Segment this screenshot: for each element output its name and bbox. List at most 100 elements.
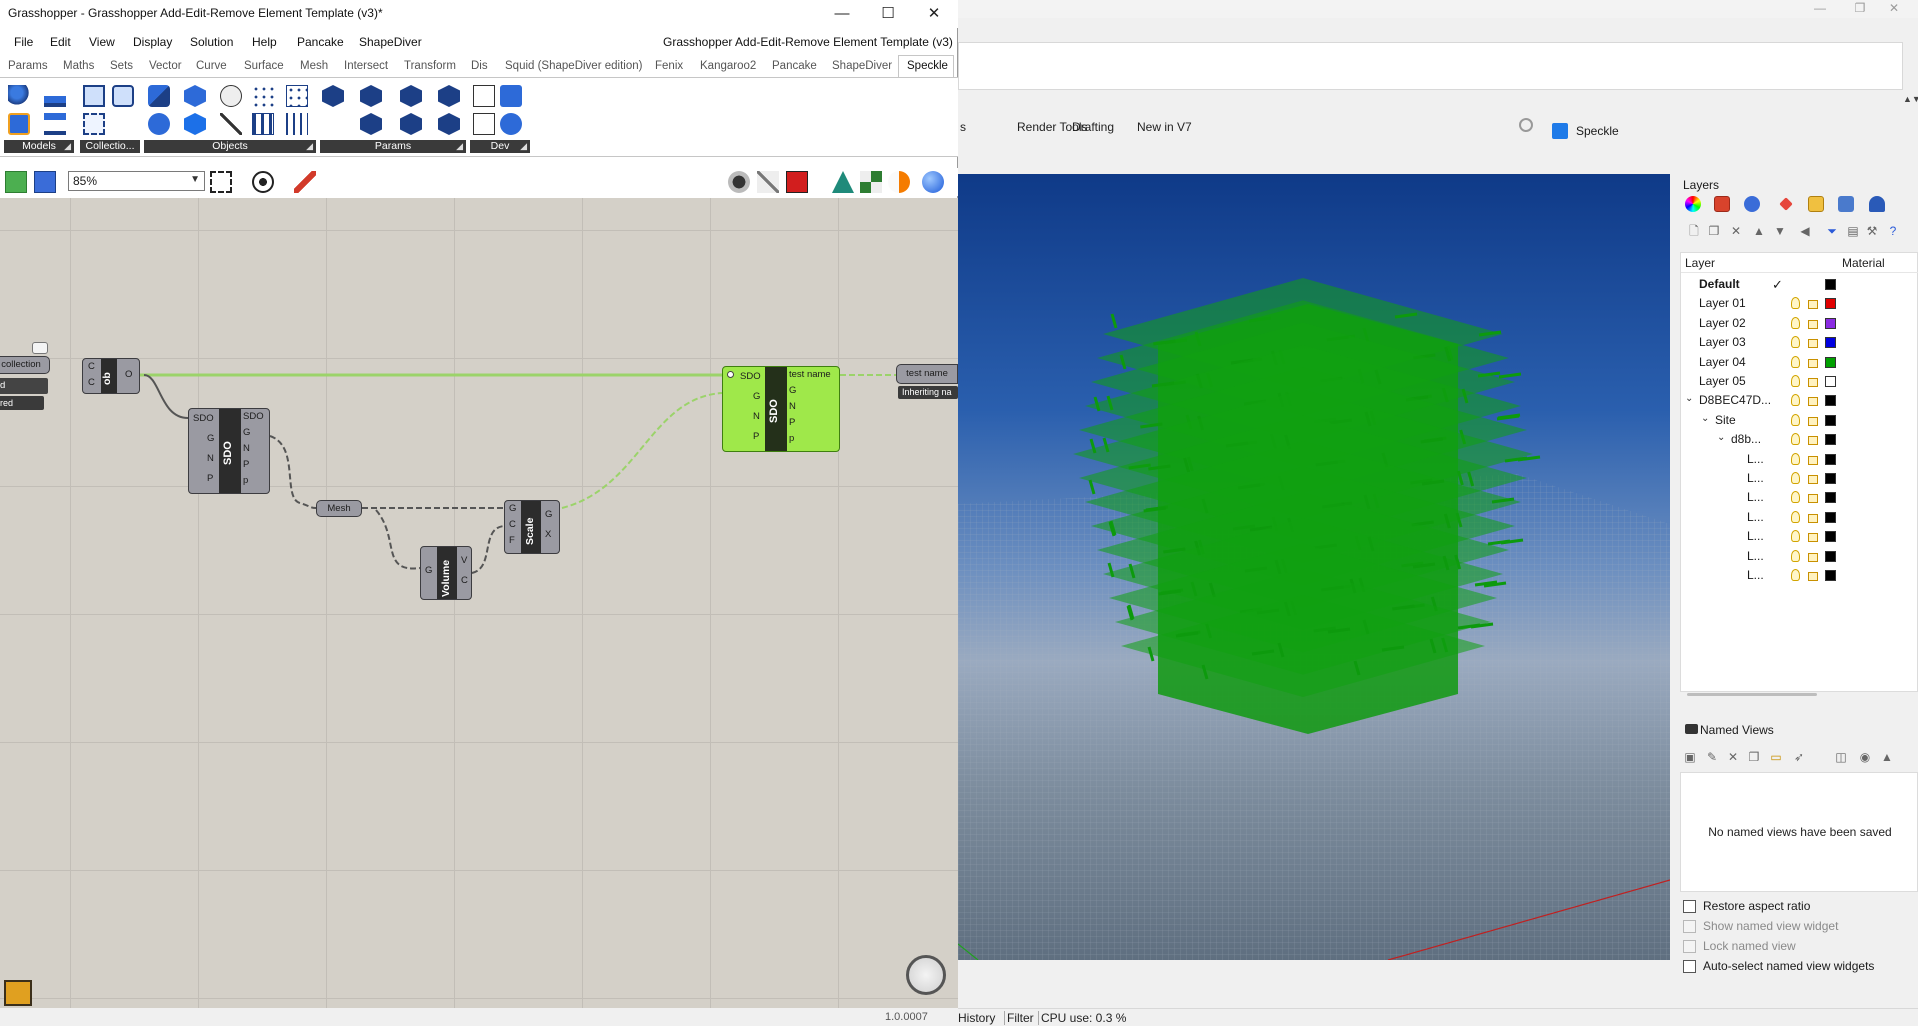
edit-view-icon[interactable]: ✎ — [1705, 750, 1719, 764]
mesh-param[interactable]: Mesh — [316, 500, 362, 517]
tab-drafting[interactable]: Drafting — [1072, 120, 1114, 134]
visibility-bulb-icon[interactable] — [1791, 297, 1800, 310]
ribbon-label-models[interactable]: Models ◢ — [4, 140, 74, 153]
graph-icon[interactable] — [220, 113, 242, 135]
tab-vector[interactable]: Vector — [149, 60, 182, 72]
navigation-dial[interactable] — [906, 955, 946, 995]
mesh-quality-icon[interactable] — [860, 171, 882, 193]
open-file-icon[interactable] — [5, 171, 27, 193]
menu-pancake[interactable]: Pancake — [297, 35, 344, 49]
deconstruct-icon[interactable] — [220, 85, 242, 107]
layer-color-swatch[interactable] — [1825, 395, 1836, 407]
account-icon[interactable] — [8, 85, 30, 107]
move-up-icon[interactable]: ▲ — [1752, 224, 1766, 238]
layer-color-swatch[interactable] — [1825, 531, 1836, 543]
layer-color-swatch[interactable] — [1825, 376, 1836, 387]
view-collapse-icon[interactable]: ▲ — [1880, 750, 1894, 764]
wireframe-preview-icon[interactable] — [757, 171, 779, 193]
lock-icon[interactable] — [1808, 416, 1818, 426]
lock-icon[interactable] — [1808, 300, 1818, 310]
layer-tools-icon[interactable]: ▤ — [1846, 224, 1860, 238]
ribbon-label-collections[interactable]: Collectio... — [80, 140, 140, 153]
preview-eye-icon[interactable] — [252, 171, 274, 193]
param-icon-6[interactable] — [400, 113, 422, 135]
current-layer-check-icon[interactable]: ✓ — [1772, 277, 1783, 293]
plus-icon[interactable] — [727, 371, 734, 378]
wrench-icon[interactable]: ⚒ — [1865, 224, 1879, 238]
visibility-bulb-icon[interactable] — [1791, 355, 1800, 368]
perspective-viewport[interactable] — [958, 174, 1670, 960]
preview-off-icon[interactable] — [728, 171, 750, 193]
layer-color-swatch[interactable] — [1825, 511, 1836, 523]
lock-icon[interactable] — [1808, 552, 1818, 562]
lock-icon[interactable] — [1808, 339, 1818, 349]
gh-minimize-button[interactable]: — — [820, 2, 864, 26]
collection-param[interactable]: collection — [0, 356, 50, 374]
visibility-bulb-icon[interactable] — [1791, 375, 1800, 387]
expand-chevron-icon[interactable]: ⌄ — [1685, 393, 1693, 404]
visibility-bulb-icon[interactable] — [1791, 452, 1800, 465]
visibility-bulb-icon[interactable] — [1791, 413, 1800, 426]
new-layer-icon[interactable]: 🗋 — [1687, 224, 1701, 238]
param-icon-3[interactable] — [400, 85, 422, 107]
move-out-icon[interactable]: ◀ — [1798, 224, 1812, 238]
param-icon-7[interactable] — [438, 113, 460, 135]
expand-collection-icon[interactable] — [112, 85, 134, 107]
tab-partial[interactable]: s — [960, 120, 966, 134]
status-history[interactable]: History — [958, 1011, 995, 1025]
collection-sub-param[interactable]: d — [0, 378, 48, 394]
dev-network-icon[interactable] — [500, 85, 522, 107]
menu-view[interactable]: View — [89, 35, 115, 49]
visibility-bulb-icon[interactable] — [1791, 569, 1800, 581]
ob-component[interactable]: ob C C O — [82, 358, 140, 394]
collection-grip[interactable] — [32, 342, 48, 354]
zoom-dropdown[interactable]: 85% ▼ — [68, 171, 205, 191]
layer-color-swatch[interactable] — [1825, 356, 1836, 368]
tab-speckle[interactable]: Speckle — [907, 60, 948, 72]
rhino-close-button[interactable]: ✕ — [1874, 0, 1914, 18]
lock-icon[interactable] — [1808, 436, 1818, 446]
tab-pancake[interactable]: Pancake — [772, 60, 817, 72]
tab-fenix[interactable]: Fenix — [655, 60, 683, 72]
delete-layer-icon[interactable]: ✕ — [1729, 224, 1743, 238]
layer-color-swatch[interactable] — [1825, 473, 1836, 484]
layer-row[interactable]: L... — [1681, 527, 1918, 546]
menu-display[interactable]: Display — [133, 35, 172, 49]
layer-row[interactable]: L... — [1681, 547, 1918, 566]
lock-icon[interactable] — [1808, 397, 1818, 407]
menu-help[interactable]: Help — [252, 35, 277, 49]
tab-params[interactable]: Params — [8, 60, 48, 72]
new-sublayer-icon[interactable]: ❐ — [1707, 224, 1721, 238]
expand-chevron-icon[interactable]: ⌄ — [1717, 432, 1725, 443]
layer-row[interactable]: Layer 01 — [1681, 294, 1918, 313]
create-collection-icon[interactable] — [83, 85, 105, 107]
rhino-minimize-button[interactable]: — — [1800, 0, 1840, 18]
document-preview-icon[interactable] — [922, 171, 944, 193]
display-panel-icon[interactable] — [1838, 196, 1854, 212]
tab-sets[interactable]: Sets — [110, 60, 133, 72]
layers-panel-icon[interactable] — [1714, 196, 1730, 212]
tab-squid[interactable]: Squid (ShapeDiver edition) — [505, 60, 642, 72]
visibility-bulb-icon[interactable] — [1791, 530, 1800, 543]
gh-maximize-button[interactable]: ☐ — [866, 2, 910, 26]
tab-new-in-v7[interactable]: New in V7 — [1137, 120, 1192, 134]
grasshopper-sprite-icon[interactable] — [4, 980, 32, 1006]
tab-intersect[interactable]: Intersect — [344, 60, 388, 72]
layer-color-swatch[interactable] — [1825, 337, 1836, 349]
expand-chevron-icon[interactable]: ⌄ — [1701, 413, 1709, 424]
ribbon-label-dev[interactable]: Dev ◢ — [470, 140, 530, 153]
nodes-query-icon[interactable] — [286, 85, 308, 107]
layer-row[interactable]: L... — [1681, 469, 1918, 488]
help-icon[interactable]: ? — [1886, 224, 1900, 238]
extend-object-icon[interactable] — [184, 113, 206, 135]
lock-icon[interactable] — [1808, 455, 1818, 465]
shaded-preview-icon[interactable] — [786, 171, 808, 193]
sketch-icon[interactable] — [294, 171, 316, 193]
tab-mesh[interactable]: Mesh — [300, 60, 328, 72]
param-icon-1[interactable] — [322, 85, 344, 107]
lock-icon[interactable] — [1808, 358, 1818, 368]
layer-color-swatch[interactable] — [1825, 298, 1836, 310]
layer-row[interactable]: Layer 03 — [1681, 333, 1918, 352]
layer-row[interactable]: ⌄ D8BEC47D... — [1681, 391, 1918, 410]
layer-color-swatch[interactable] — [1825, 492, 1836, 504]
